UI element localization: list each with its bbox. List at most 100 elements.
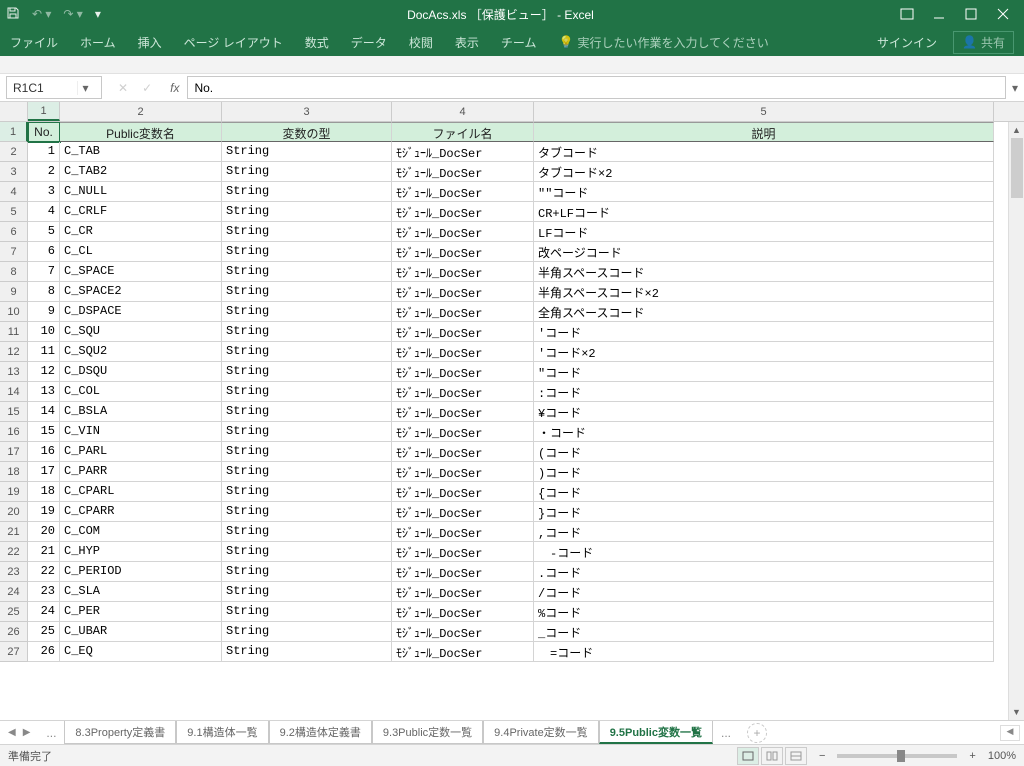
cell[interactable]: ﾓｼﾞｭｰﾙ_DocSer <box>392 502 534 522</box>
row-header[interactable]: 21 <box>0 522 28 542</box>
zoom-slider[interactable] <box>837 754 957 758</box>
cell[interactable]: String <box>222 622 392 642</box>
row-header[interactable]: 5 <box>0 202 28 222</box>
qat-customize-icon[interactable]: ▾ <box>95 7 101 21</box>
cell[interactable]: ﾓｼﾞｭｰﾙ_DocSer <box>392 582 534 602</box>
scrollbar-thumb[interactable] <box>1011 138 1023 198</box>
formula-expand-icon[interactable]: ▾ <box>1006 81 1024 95</box>
cell[interactable]: C_UBAR <box>60 622 222 642</box>
cell[interactable]: ﾓｼﾞｭｰﾙ_DocSer <box>392 442 534 462</box>
cell[interactable]: タブコード×2 <box>534 162 994 182</box>
zoom-in-button[interactable]: + <box>969 750 975 762</box>
cell[interactable]: LFコード <box>534 222 994 242</box>
cell[interactable]: ﾓｼﾞｭｰﾙ_DocSer <box>392 322 534 342</box>
row-header[interactable]: 23 <box>0 562 28 582</box>
cell[interactable]: String <box>222 342 392 362</box>
ribbon-display-options-icon[interactable] <box>900 7 914 21</box>
sheet-tab[interactable]: 9.2構造体定義書 <box>269 721 372 744</box>
row-header[interactable]: 9 <box>0 282 28 302</box>
cell[interactable]: ・コード <box>534 422 994 442</box>
sheet-tab[interactable]: 9.4Private定数一覧 <box>483 721 599 744</box>
cell[interactable]: CR+LFコード <box>534 202 994 222</box>
tab-view[interactable]: 表示 <box>455 34 479 51</box>
cell[interactable]: C_PERIOD <box>60 562 222 582</box>
name-box-dropdown-icon[interactable]: ▾ <box>77 81 93 95</box>
row-header[interactable]: 26 <box>0 622 28 642</box>
table-header-cell[interactable]: 説明 <box>534 122 994 142</box>
row-header[interactable]: 13 <box>0 362 28 382</box>
cell[interactable]: C_SQU2 <box>60 342 222 362</box>
cell[interactable]: ﾓｼﾞｭｰﾙ_DocSer <box>392 202 534 222</box>
cell[interactable]: ﾓｼﾞｭｰﾙ_DocSer <box>392 482 534 502</box>
cell[interactable]: 3 <box>28 182 60 202</box>
cell[interactable]: String <box>222 282 392 302</box>
share-button[interactable]: 👤 共有 <box>953 31 1014 54</box>
tab-team[interactable]: チーム <box>501 34 537 51</box>
cell[interactable]: 6 <box>28 242 60 262</box>
cell[interactable]: 20 <box>28 522 60 542</box>
cell[interactable]: %コード <box>534 602 994 622</box>
select-all-corner[interactable] <box>0 102 28 121</box>
cell[interactable]: 1 <box>28 142 60 162</box>
cell[interactable]: 24 <box>28 602 60 622</box>
cell[interactable]: ﾓｼﾞｭｰﾙ_DocSer <box>392 362 534 382</box>
cell[interactable]: ﾓｼﾞｭｰﾙ_DocSer <box>392 282 534 302</box>
sheet-nav-prev-icon[interactable]: ◀ <box>6 727 18 738</box>
name-box-input[interactable] <box>7 81 77 95</box>
column-header[interactable]: 2 <box>60 102 222 121</box>
tab-file[interactable]: ファイル <box>10 34 58 51</box>
cell[interactable]: "コード <box>534 362 994 382</box>
save-icon[interactable] <box>6 6 20 23</box>
cell[interactable]: 16 <box>28 442 60 462</box>
table-header-cell[interactable]: No. <box>28 122 60 142</box>
row-header[interactable]: 16 <box>0 422 28 442</box>
cell[interactable]: String <box>222 522 392 542</box>
cell[interactable]: ﾓｼﾞｭｰﾙ_DocSer <box>392 222 534 242</box>
view-pagebreak-button[interactable] <box>785 747 807 765</box>
cell[interactable]: C_SPACE2 <box>60 282 222 302</box>
cell[interactable]: ""コード <box>534 182 994 202</box>
cell[interactable]: ﾓｼﾞｭｰﾙ_DocSer <box>392 462 534 482</box>
tab-review[interactable]: 校閲 <box>409 34 433 51</box>
cell[interactable]: 17 <box>28 462 60 482</box>
cell[interactable]: 14 <box>28 402 60 422</box>
cell[interactable]: {コード <box>534 482 994 502</box>
cell[interactable]: String <box>222 482 392 502</box>
cell[interactable]: C_DSQU <box>60 362 222 382</box>
cell[interactable]: C_PER <box>60 602 222 622</box>
cell[interactable]: C_CRLF <box>60 202 222 222</box>
row-header[interactable]: 20 <box>0 502 28 522</box>
row-header[interactable]: 4 <box>0 182 28 202</box>
row-header[interactable]: 24 <box>0 582 28 602</box>
cell[interactable]: 22 <box>28 562 60 582</box>
cell[interactable]: 5 <box>28 222 60 242</box>
redo-icon[interactable]: ↷ ▾ <box>63 7 82 21</box>
cell[interactable]: String <box>222 602 392 622</box>
cell[interactable]: 26 <box>28 642 60 662</box>
tab-data[interactable]: データ <box>351 34 387 51</box>
cell[interactable]: ﾓｼﾞｭｰﾙ_DocSer <box>392 162 534 182</box>
column-header[interactable]: 5 <box>534 102 994 121</box>
cell[interactable]: =コード <box>534 642 994 662</box>
cell[interactable]: ﾓｼﾞｭｰﾙ_DocSer <box>392 402 534 422</box>
row-header[interactable]: 22 <box>0 542 28 562</box>
cell[interactable]: C_SPACE <box>60 262 222 282</box>
cell[interactable]: 15 <box>28 422 60 442</box>
cell[interactable]: ¥コード <box>534 402 994 422</box>
cell[interactable]: 2 <box>28 162 60 182</box>
cell[interactable]: ﾓｼﾞｭｰﾙ_DocSer <box>392 642 534 662</box>
cell[interactable]: C_CR <box>60 222 222 242</box>
tab-insert[interactable]: 挿入 <box>138 34 162 51</box>
sheet-tab[interactable]: 9.5Public変数一覧 <box>599 721 713 744</box>
cell[interactable]: C_CPARR <box>60 502 222 522</box>
cell[interactable]: 改ページコード <box>534 242 994 262</box>
cell[interactable]: C_CL <box>60 242 222 262</box>
cell[interactable]: String <box>222 182 392 202</box>
cell[interactable]: 全角スペースコード <box>534 302 994 322</box>
sheet-tab[interactable]: 8.3Property定義書 <box>64 721 176 744</box>
cell[interactable]: String <box>222 462 392 482</box>
cell[interactable]: 11 <box>28 342 60 362</box>
tell-me-search[interactable]: 💡 実行したい作業を入力してください <box>558 34 768 51</box>
cell[interactable]: String <box>222 542 392 562</box>
cell[interactable]: 'コード×2 <box>534 342 994 362</box>
